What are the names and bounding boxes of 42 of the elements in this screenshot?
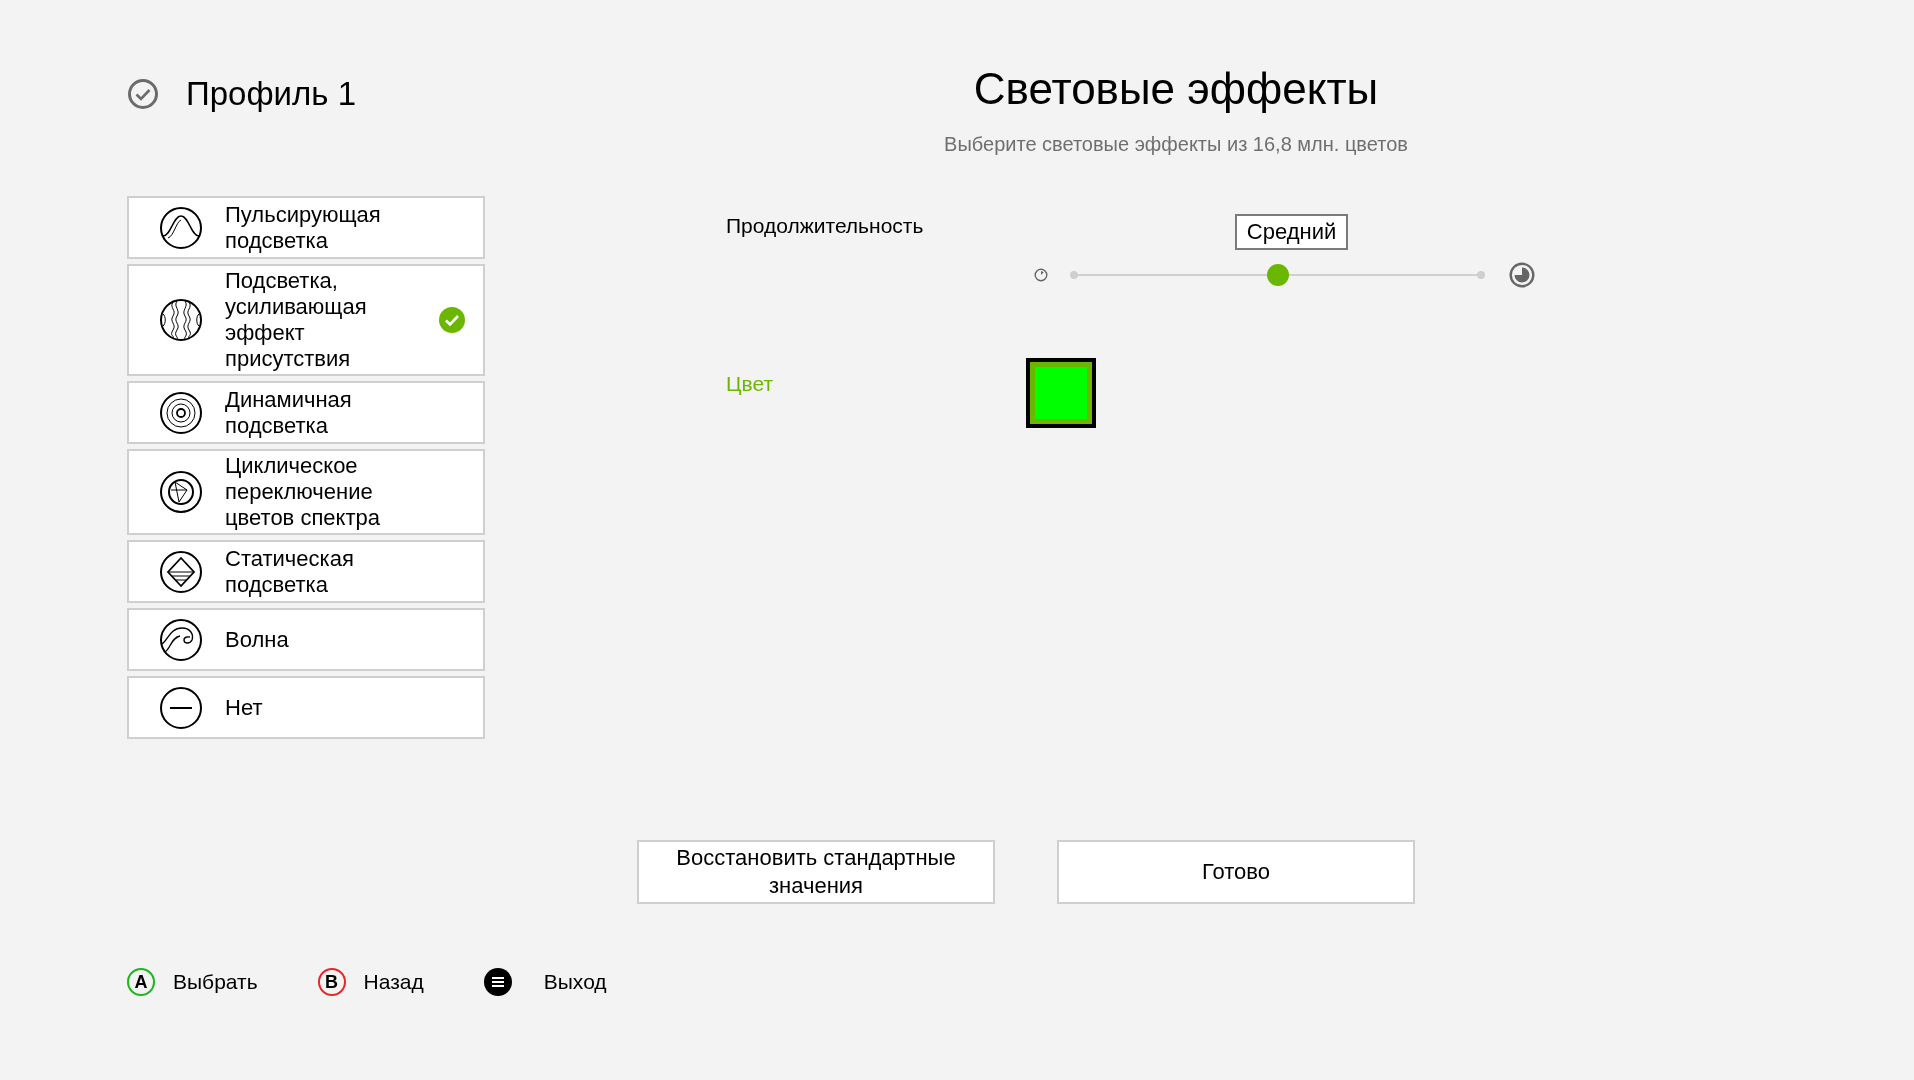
effect-list-item[interactable]: Подсветка, усиливающая эффект присутствия — [127, 264, 485, 376]
effect-list-item[interactable]: Волна — [127, 608, 485, 671]
color-label: Цвет — [726, 372, 775, 397]
long-time-icon — [1509, 262, 1535, 288]
checkmark-circle-icon — [127, 78, 159, 110]
short-time-icon — [1034, 268, 1048, 282]
effect-label: Пульсирующая подсветка — [225, 201, 382, 254]
profile-title: Профиль 1 — [186, 75, 356, 113]
hint-label: Назад — [363, 970, 424, 994]
wave-circle-icon — [159, 617, 203, 662]
page-subtitle: Выберите световые эффекты из 16,8 млн. цветов — [944, 133, 1408, 156]
effect-label: Динамичная подсветка — [225, 386, 353, 439]
diamond-circle-icon — [159, 549, 203, 594]
effect-list-item[interactable]: Пульсирующая подсветка — [127, 196, 485, 259]
effect-label: Нет — [225, 694, 264, 721]
hint-label: Выбрать — [173, 970, 258, 994]
hint-label: Выход — [543, 970, 607, 994]
effect-label: Циклическое переключение цветов спектра — [225, 453, 381, 531]
color-swatch[interactable] — [1026, 358, 1096, 428]
action-button[interactable]: Восстановить стандартные значения — [637, 840, 995, 904]
minus-circle-icon — [159, 685, 203, 730]
effect-label: Волна — [225, 626, 290, 653]
effect-list-item[interactable]: Циклическое переключение цветов спектра — [127, 449, 485, 535]
action-button[interactable]: Готово — [1057, 840, 1415, 904]
page-heading: Световые эффекты — [973, 63, 1379, 115]
effect-label: Подсветка, усиливающая эффект присутствия — [225, 268, 368, 372]
effect-list-item[interactable]: Динамичная подсветка — [127, 381, 485, 444]
pulse-curve-icon — [159, 205, 203, 250]
slider-start-dot — [1070, 271, 1078, 279]
effect-list-item[interactable]: Нет — [127, 676, 485, 739]
effect-label: Статическая подсветка — [225, 545, 355, 598]
controller-b-button-icon: B — [317, 968, 346, 996]
wavy-lines-circle-icon — [159, 298, 203, 342]
duration-label: Продолжительность — [726, 214, 925, 239]
controller-a-button-icon: A — [127, 968, 155, 996]
effect-list-item[interactable]: Статическая подсветка — [127, 540, 485, 603]
slider-end-dot — [1477, 271, 1485, 279]
slider-value-label: Средний — [1234, 214, 1349, 250]
concentric-circles-icon — [159, 390, 203, 435]
slider-thumb[interactable] — [1266, 264, 1289, 286]
globe-circle-icon — [159, 470, 203, 514]
menu-icon — [483, 968, 512, 996]
